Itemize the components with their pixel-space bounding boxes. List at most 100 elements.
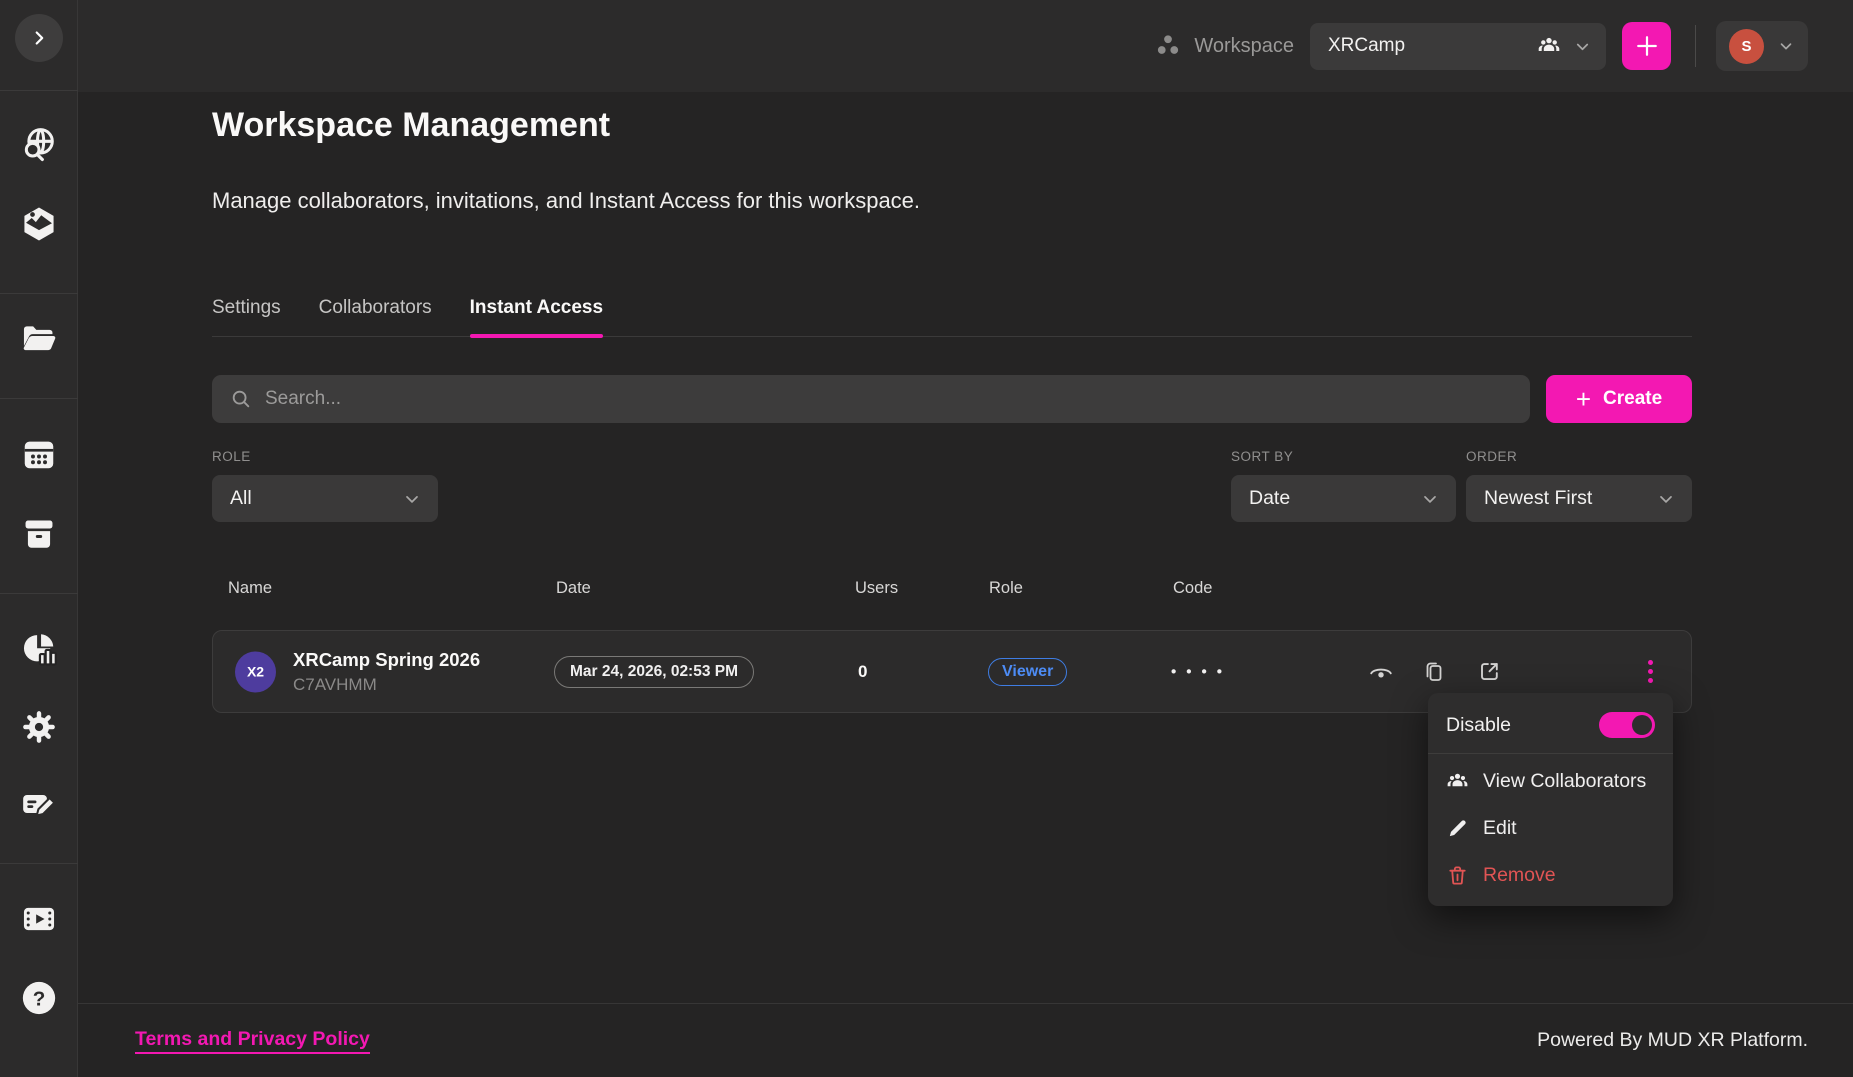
- copy-code-button[interactable]: [1421, 659, 1447, 685]
- row-name-block: XRCamp Spring 2026 C7AVHMM: [293, 649, 480, 695]
- page-subtitle: Manage collaborators, invitations, and I…: [212, 188, 920, 214]
- chevron-down-icon: [1656, 489, 1676, 509]
- chevron-down-icon: [402, 489, 422, 509]
- calendar-icon: [20, 435, 58, 473]
- create-button[interactable]: + Create: [1546, 375, 1692, 423]
- row-actions-menu-button[interactable]: [1641, 658, 1659, 686]
- tab-collaborators[interactable]: Collaborators: [319, 297, 432, 336]
- topbar-divider: [1695, 25, 1696, 67]
- top-bar: Workspace XRCamp S: [78, 0, 1853, 92]
- chevron-down-icon: [1777, 37, 1795, 55]
- trash-icon: [1446, 864, 1469, 887]
- sidebar-item-license[interactable]: [19, 784, 59, 824]
- menu-divider: [1428, 753, 1673, 754]
- sidebar-item-tutorials[interactable]: [19, 899, 59, 939]
- role-filter-group: ROLE All: [212, 449, 438, 522]
- create-button-label: Create: [1603, 388, 1662, 410]
- sort-filter-group: SORT BY Date: [1231, 449, 1456, 522]
- kebab-dot: [1648, 678, 1653, 683]
- sidebar-expand-button[interactable]: [15, 14, 63, 62]
- workspace-selector[interactable]: XRCamp: [1310, 23, 1606, 70]
- disable-label: Disable: [1446, 714, 1511, 737]
- sidebar-item-calendar[interactable]: [19, 434, 59, 474]
- search-icon: [230, 388, 252, 410]
- menu-item-label: View Collaborators: [1483, 770, 1646, 793]
- sidebar-item-analytics[interactable]: [19, 629, 59, 669]
- reveal-code-button[interactable]: [1368, 659, 1394, 685]
- row-users-count: 0: [858, 662, 867, 682]
- order-filter-label: ORDER: [1466, 449, 1692, 464]
- sidebar-item-scenes[interactable]: [19, 204, 59, 244]
- help-icon: ?: [20, 979, 58, 1017]
- sidebar-item-archive[interactable]: [19, 514, 59, 554]
- menu-item-label: Remove: [1483, 864, 1556, 887]
- tab-instant-access[interactable]: Instant Access: [470, 297, 603, 336]
- menu-item-remove[interactable]: Remove: [1428, 852, 1673, 899]
- powered-by-text: Powered By MUD XR Platform.: [1537, 1029, 1808, 1052]
- footer: Terms and Privacy Policy Powered By MUD …: [78, 1003, 1853, 1077]
- sidebar-item-projects[interactable]: [19, 319, 59, 359]
- app-root: Workspace XRCamp S: [0, 0, 1853, 1077]
- collaborators-icon: [1446, 770, 1469, 793]
- user-menu[interactable]: S: [1716, 21, 1808, 71]
- external-link-icon: [1477, 659, 1502, 684]
- sidebar-item-help[interactable]: ?: [19, 978, 59, 1018]
- globe-search-icon: [20, 125, 58, 163]
- sidebar-divider: [0, 90, 78, 91]
- role-filter-dropdown[interactable]: All: [212, 475, 438, 522]
- terms-privacy-link[interactable]: Terms and Privacy Policy: [135, 1028, 370, 1054]
- sidebar-divider: [0, 593, 78, 594]
- workspace-label: Workspace: [1194, 35, 1294, 58]
- collaborators-icon: [1537, 34, 1561, 58]
- sort-filter-dropdown[interactable]: Date: [1231, 475, 1456, 522]
- sidebar-divider: [0, 398, 78, 399]
- column-header-date: Date: [556, 579, 591, 598]
- workspace-label-group: Workspace: [1153, 31, 1294, 61]
- row-code-masked: ••••: [1171, 663, 1232, 680]
- sidebar: ?: [0, 0, 78, 1077]
- menu-item-edit[interactable]: Edit: [1428, 805, 1673, 852]
- sidebar-divider: [0, 863, 78, 864]
- main-content: Workspace Management Manage collaborator…: [78, 92, 1853, 1077]
- kebab-dot: [1648, 669, 1653, 674]
- tab-settings[interactable]: Settings: [212, 297, 281, 336]
- row-date-badge: Mar 24, 2026, 02:53 PM: [554, 656, 754, 688]
- plus-icon: +: [1576, 386, 1591, 412]
- tab-bar: Settings Collaborators Instant Access: [212, 297, 1692, 337]
- order-filter-value: Newest First: [1484, 487, 1592, 510]
- search-box: [212, 375, 1530, 423]
- sidebar-item-explore[interactable]: [19, 124, 59, 164]
- menu-item-disable[interactable]: Disable: [1428, 700, 1673, 751]
- toolbar: + Create: [212, 375, 1692, 423]
- sort-filter-label: SORT BY: [1231, 449, 1456, 464]
- sidebar-divider: [0, 293, 78, 294]
- film-icon: [20, 900, 58, 938]
- menu-item-view-collaborators[interactable]: View Collaborators: [1428, 758, 1673, 805]
- row-avatar: X2: [235, 651, 276, 692]
- svg-text:?: ?: [33, 987, 46, 1010]
- scene-cube-icon: [20, 205, 58, 243]
- sidebar-item-settings[interactable]: [19, 707, 59, 747]
- plus-icon: [1633, 32, 1661, 60]
- role-filter-value: All: [230, 487, 252, 510]
- workspace-name: XRCamp: [1328, 35, 1525, 57]
- folder-open-icon: [20, 320, 58, 358]
- copy-icon: [1422, 660, 1446, 684]
- open-link-button[interactable]: [1476, 659, 1502, 685]
- gear-icon: [20, 708, 58, 746]
- search-input[interactable]: [265, 388, 1512, 410]
- table-header-row: Name Date Users Role Code: [212, 579, 1692, 599]
- disable-toggle[interactable]: [1599, 712, 1655, 738]
- chevron-down-icon: [1420, 489, 1440, 509]
- column-header-role: Role: [989, 579, 1023, 598]
- page-title: Workspace Management: [212, 106, 610, 145]
- pencil-icon: [1446, 817, 1469, 840]
- order-filter-dropdown[interactable]: Newest First: [1466, 475, 1692, 522]
- row-id: C7AVHMM: [293, 675, 480, 695]
- analytics-pie-icon: [20, 630, 58, 668]
- column-header-code: Code: [1173, 579, 1212, 598]
- menu-item-label: Edit: [1483, 817, 1517, 840]
- create-workspace-button[interactable]: [1622, 22, 1671, 70]
- row-role-badge: Viewer: [988, 658, 1067, 686]
- column-header-users: Users: [855, 579, 898, 598]
